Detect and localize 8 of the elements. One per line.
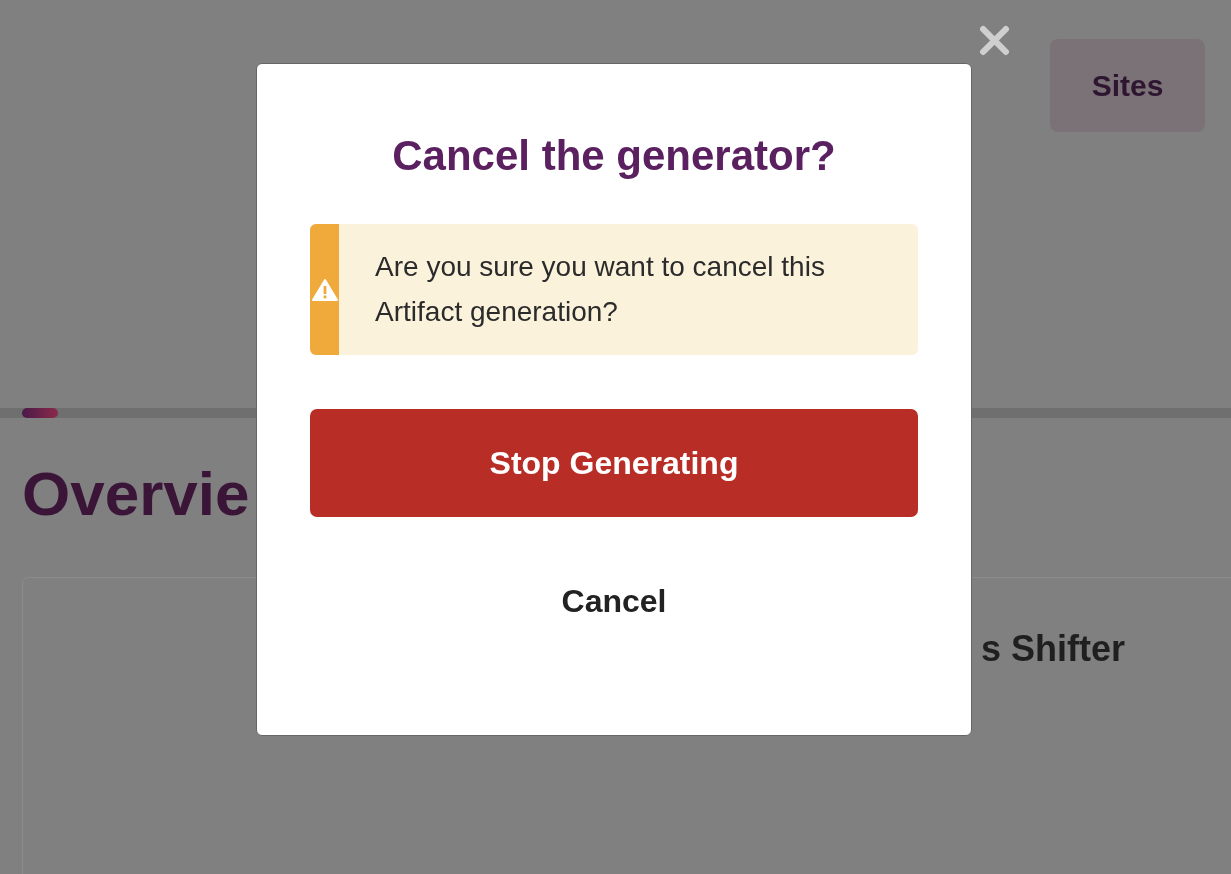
close-icon[interactable] <box>979 25 1010 56</box>
sites-button[interactable]: Sites <box>1050 39 1205 132</box>
card-title: s Shifter <box>980 628 1125 670</box>
page-heading: Overvie <box>22 458 250 529</box>
stop-generating-button[interactable]: Stop Generating <box>310 409 918 517</box>
dialog-title: Cancel the generator? <box>392 132 836 180</box>
cancel-button[interactable]: Cancel <box>545 575 683 628</box>
alert-text: Are you sure you want to cancel this Artifact generation? <box>374 249 826 329</box>
